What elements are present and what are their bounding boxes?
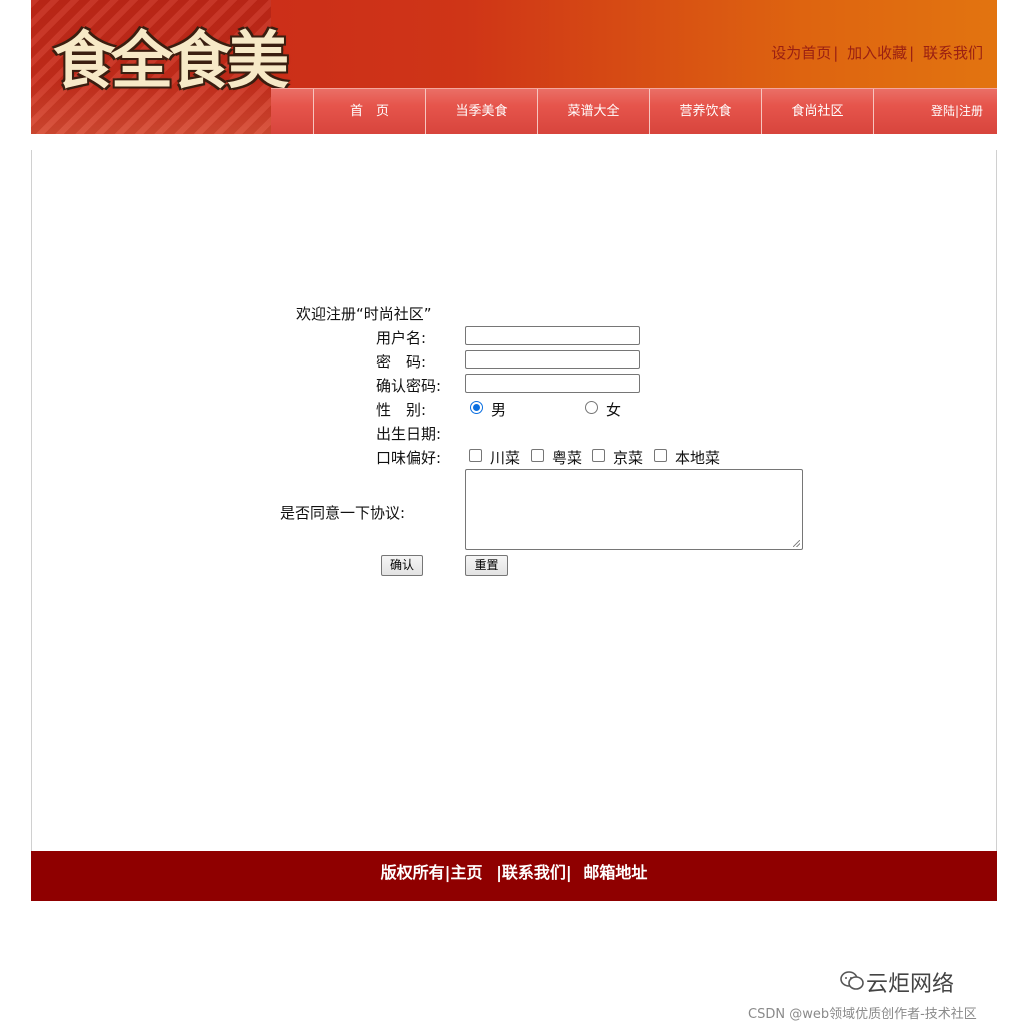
confirm-password-label: 确认密码: <box>376 377 442 395</box>
confirm-password-input[interactable] <box>465 374 640 393</box>
taste-beijing-checkbox[interactable] <box>592 449 605 462</box>
watermark-csdn: CSDN @web领域优质创作者-技术社区 <box>748 1007 977 1022</box>
site-footer: 版权所有|主页 |联系我们| 邮箱地址 <box>31 851 997 901</box>
birthdate-label: 出生日期: <box>376 425 442 443</box>
nav-item-recipes[interactable]: 菜谱大全 <box>538 89 650 134</box>
gender-male-radio[interactable] <box>470 401 483 414</box>
gender-label: 性 别: <box>376 401 427 419</box>
wechat-icon <box>840 971 864 990</box>
gender-male-label: 男 <box>491 401 507 419</box>
taste-cantonese-label: 粤菜 <box>552 449 583 467</box>
main-nav: 首 页 当季美食 菜谱大全 营养饮食 食尚社区 登陆|注册 <box>271 88 997 134</box>
username-label: 用户名: <box>376 329 427 347</box>
watermark-brand: 云炬网络 <box>866 972 955 997</box>
add-favorite-link[interactable]: 加入收藏 <box>847 44 907 62</box>
set-homepage-link[interactable]: 设为首页 <box>771 44 831 62</box>
taste-local-label: 本地菜 <box>675 449 721 467</box>
footer-email-link[interactable]: 邮箱地址 <box>583 863 647 882</box>
nav-item-seasonal-food[interactable]: 当季美食 <box>426 89 538 134</box>
password-input[interactable] <box>465 350 640 369</box>
username-input[interactable] <box>465 326 640 345</box>
taste-label: 口味偏好: <box>376 449 442 467</box>
gender-female-label: 女 <box>606 401 622 419</box>
top-links: 设为首页 | 加入收藏 | 联系我们 <box>771 44 983 62</box>
agreement-textarea[interactable] <box>465 469 803 550</box>
taste-local-checkbox[interactable] <box>654 449 667 462</box>
nav-item-community[interactable]: 食尚社区 <box>762 89 874 134</box>
reset-button[interactable]: 重置 <box>465 555 508 576</box>
taste-sichuan-label: 川菜 <box>490 449 521 467</box>
footer-copyright-home-link[interactable]: 版权所有|主页 <box>381 863 483 882</box>
site-logo[interactable]: 食全食美 <box>31 0 289 134</box>
taste-sichuan-checkbox[interactable] <box>469 449 482 462</box>
resize-grip-icon[interactable] <box>793 540 800 547</box>
login-register-link[interactable]: 登陆|注册 <box>931 102 983 119</box>
nav-item-nutrition[interactable]: 营养饮食 <box>650 89 762 134</box>
agreement-label: 是否同意一下协议: <box>280 504 406 522</box>
form-title: 欢迎注册“时尚社区” <box>296 305 432 323</box>
logo-text: 食全食美 <box>53 24 289 97</box>
contact-us-link[interactable]: 联系我们 <box>923 44 983 62</box>
taste-beijing-label: 京菜 <box>613 449 644 467</box>
taste-cantonese-checkbox[interactable] <box>531 449 544 462</box>
confirm-button[interactable]: 确认 <box>381 555 423 576</box>
site-header: 食全食美 设为首页 | 加入收藏 | 联系我们 首 页 当季美食 菜谱大全 营养饮食… <box>31 0 997 134</box>
nav-item-home[interactable]: 首 页 <box>314 89 426 134</box>
gender-female-radio[interactable] <box>585 401 598 414</box>
footer-contact-link[interactable]: |联系我们| <box>496 863 572 882</box>
password-label: 密 码: <box>376 353 427 371</box>
